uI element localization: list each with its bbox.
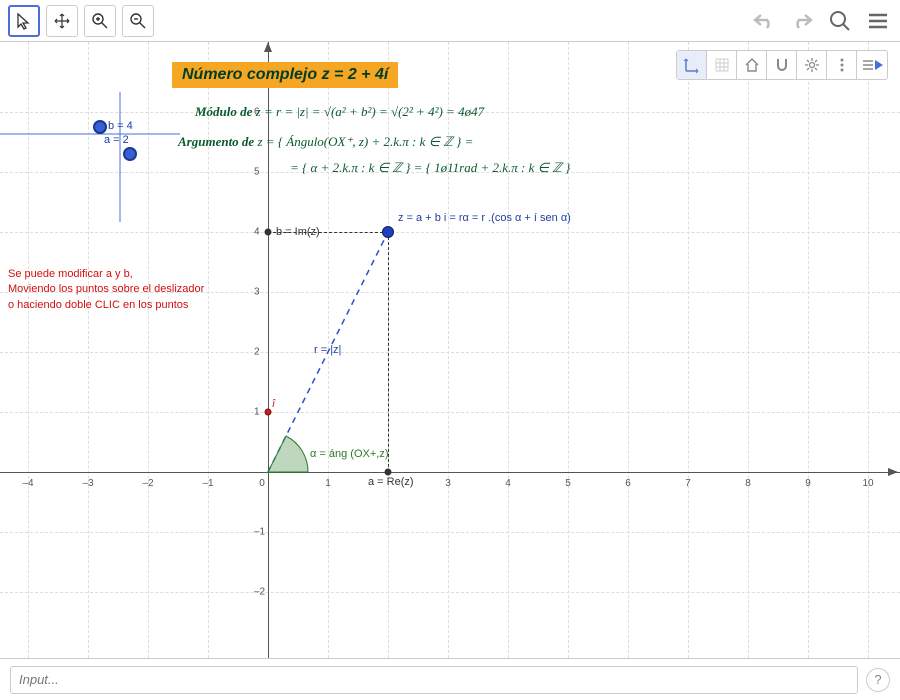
more-button[interactable] <box>827 51 857 79</box>
x-tick: 6 <box>625 478 631 489</box>
x-tick: –2 <box>142 478 153 489</box>
slider-crosshair <box>0 92 200 222</box>
show-grid-button[interactable] <box>707 51 737 79</box>
i-hat-label: î <box>272 398 275 410</box>
y-tick: 2 <box>254 347 260 358</box>
y-tick: –2 <box>254 587 265 598</box>
x-tick: 4 <box>505 478 511 489</box>
x-tick: –3 <box>82 478 93 489</box>
undo-button[interactable] <box>750 7 778 35</box>
y-tick: –1 <box>254 527 265 538</box>
x-tick: 9 <box>805 478 811 489</box>
x-tick: 3 <box>445 478 451 489</box>
slider-point-a[interactable] <box>123 147 137 161</box>
help-button[interactable]: ? <box>866 668 890 692</box>
alpha-label: α = áng (OX+,z) <box>310 448 389 460</box>
argumento-text-1: Argumento de z = { Ángulo(OX⁺, z) + 2.k.… <box>178 134 473 150</box>
x-tick: 1 <box>325 478 331 489</box>
snap-button[interactable] <box>767 51 797 79</box>
point-b-proj[interactable] <box>265 229 272 236</box>
menu-button[interactable] <box>864 7 892 35</box>
modulo-text: Módulo de z = r = |z| = √(a² + b²) = √(2… <box>195 104 484 120</box>
command-input[interactable] <box>10 666 858 694</box>
r-label: r = |z| <box>314 344 341 356</box>
zoom-in-button[interactable] <box>84 5 116 37</box>
instructions: Se puede modificar a y b, Moviendo los p… <box>8 267 204 313</box>
x-tick: –4 <box>22 478 33 489</box>
point-a-proj[interactable] <box>385 469 392 476</box>
a-re-label: a = Re(z) <box>368 476 414 488</box>
graphics-canvas[interactable]: –4 –3 –2 –1 0 1 3 4 5 6 7 8 9 10 1 2 3 4… <box>0 42 900 658</box>
x-tick: 7 <box>685 478 691 489</box>
b-im-label: b = Im(z) <box>276 226 320 238</box>
zoom-out-button[interactable] <box>122 5 154 37</box>
y-tick: 4 <box>254 227 260 238</box>
top-toolbar <box>0 0 900 42</box>
tool-group-left <box>8 5 154 37</box>
pan-tool-button[interactable] <box>46 5 78 37</box>
search-button[interactable] <box>826 7 854 35</box>
x-axis <box>0 472 900 473</box>
argumento-text-2: = { α + 2.k.π : k ∈ ℤ } = { 1ø11rad + 2.… <box>290 160 570 176</box>
title-box: Número complejo z = 2 + 4í <box>172 62 398 88</box>
point-i[interactable] <box>265 409 272 416</box>
show-axes-button[interactable] <box>677 51 707 79</box>
y-tick: 5 <box>254 167 260 178</box>
x-tick: 5 <box>565 478 571 489</box>
x-tick: –1 <box>202 478 213 489</box>
y-tick: 1 <box>254 407 260 418</box>
x-tick: 0 <box>259 478 265 489</box>
slider-point-b[interactable] <box>93 120 107 134</box>
point-z[interactable] <box>382 226 394 238</box>
graphics-toolbar <box>676 50 888 80</box>
slider-a-label: a = 2 <box>104 134 129 146</box>
x-tick: 8 <box>745 478 751 489</box>
construction-protocol-button[interactable] <box>857 51 887 79</box>
redo-button[interactable] <box>788 7 816 35</box>
settings-button[interactable] <box>797 51 827 79</box>
y-tick: 3 <box>254 287 260 298</box>
slider-b-label: b = 4 <box>108 120 133 132</box>
tool-group-right <box>750 7 892 35</box>
z-formula-label: z = a + b i = rα = r .(cos α + í sen α) <box>398 212 571 224</box>
home-view-button[interactable] <box>737 51 767 79</box>
input-bar: ? <box>0 658 900 700</box>
move-tool-button[interactable] <box>8 5 40 37</box>
x-tick: 10 <box>862 478 873 489</box>
